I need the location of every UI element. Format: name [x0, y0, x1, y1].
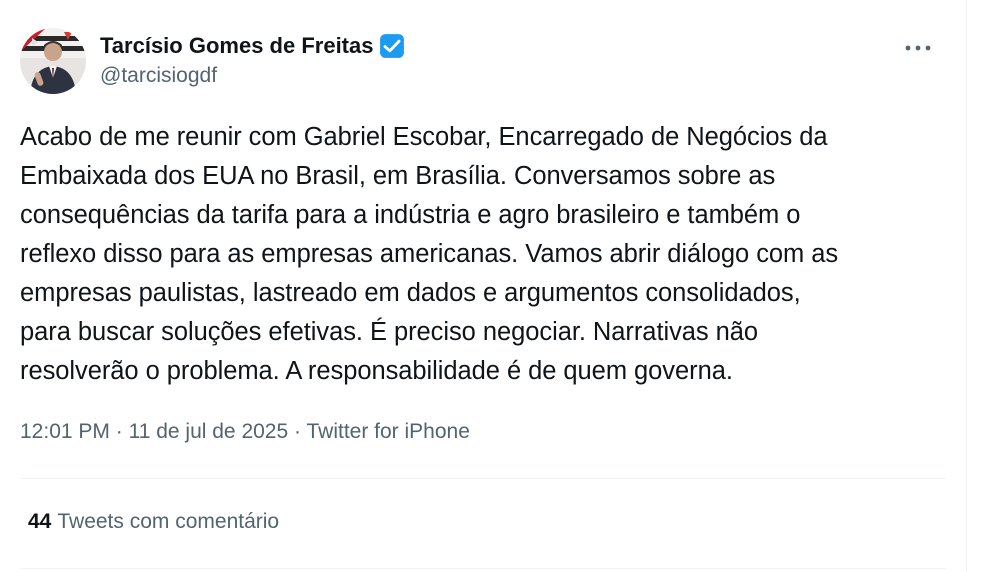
meta-separator: ·	[115, 420, 123, 443]
tweet-text: Acabo de me reunir com Gabriel Escobar, …	[20, 123, 839, 385]
author-names: Tarcísio Gomes de Freitas @tarcisiogdf	[100, 32, 405, 88]
quote-count: 44	[28, 510, 52, 533]
tweet-card: Tarcísio Gomes de Freitas @tarcisiogdf A…	[0, 0, 967, 572]
avatar-image	[20, 28, 86, 94]
tweet-source[interactable]: Twitter for iPhone	[306, 420, 469, 443]
more-options-button[interactable]	[900, 34, 936, 62]
author-handle[interactable]: @tarcisiogdf	[100, 64, 405, 88]
tweet-header: Tarcísio Gomes de Freitas @tarcisiogdf	[20, 28, 946, 94]
meta-separator: ·	[294, 420, 302, 443]
tweet-time[interactable]: 12:01 PM	[20, 420, 110, 443]
tweet-metadata: 12:01 PM · 11 de jul de 2025 · Twitter f…	[20, 420, 470, 444]
verified-badge-icon	[380, 34, 405, 58]
more-horizontal-icon	[905, 45, 931, 51]
display-name-row: Tarcísio Gomes de Freitas	[100, 32, 405, 60]
divider	[20, 568, 946, 569]
quote-tweets-link[interactable]: 44 Tweets com comentário	[28, 510, 279, 534]
divider	[20, 478, 946, 479]
quote-label: Tweets com comentário	[57, 510, 280, 533]
avatar[interactable]	[20, 28, 86, 94]
tweet-date[interactable]: 11 de jul de 2025	[129, 420, 289, 443]
display-name[interactable]: Tarcísio Gomes de Freitas	[100, 33, 373, 59]
